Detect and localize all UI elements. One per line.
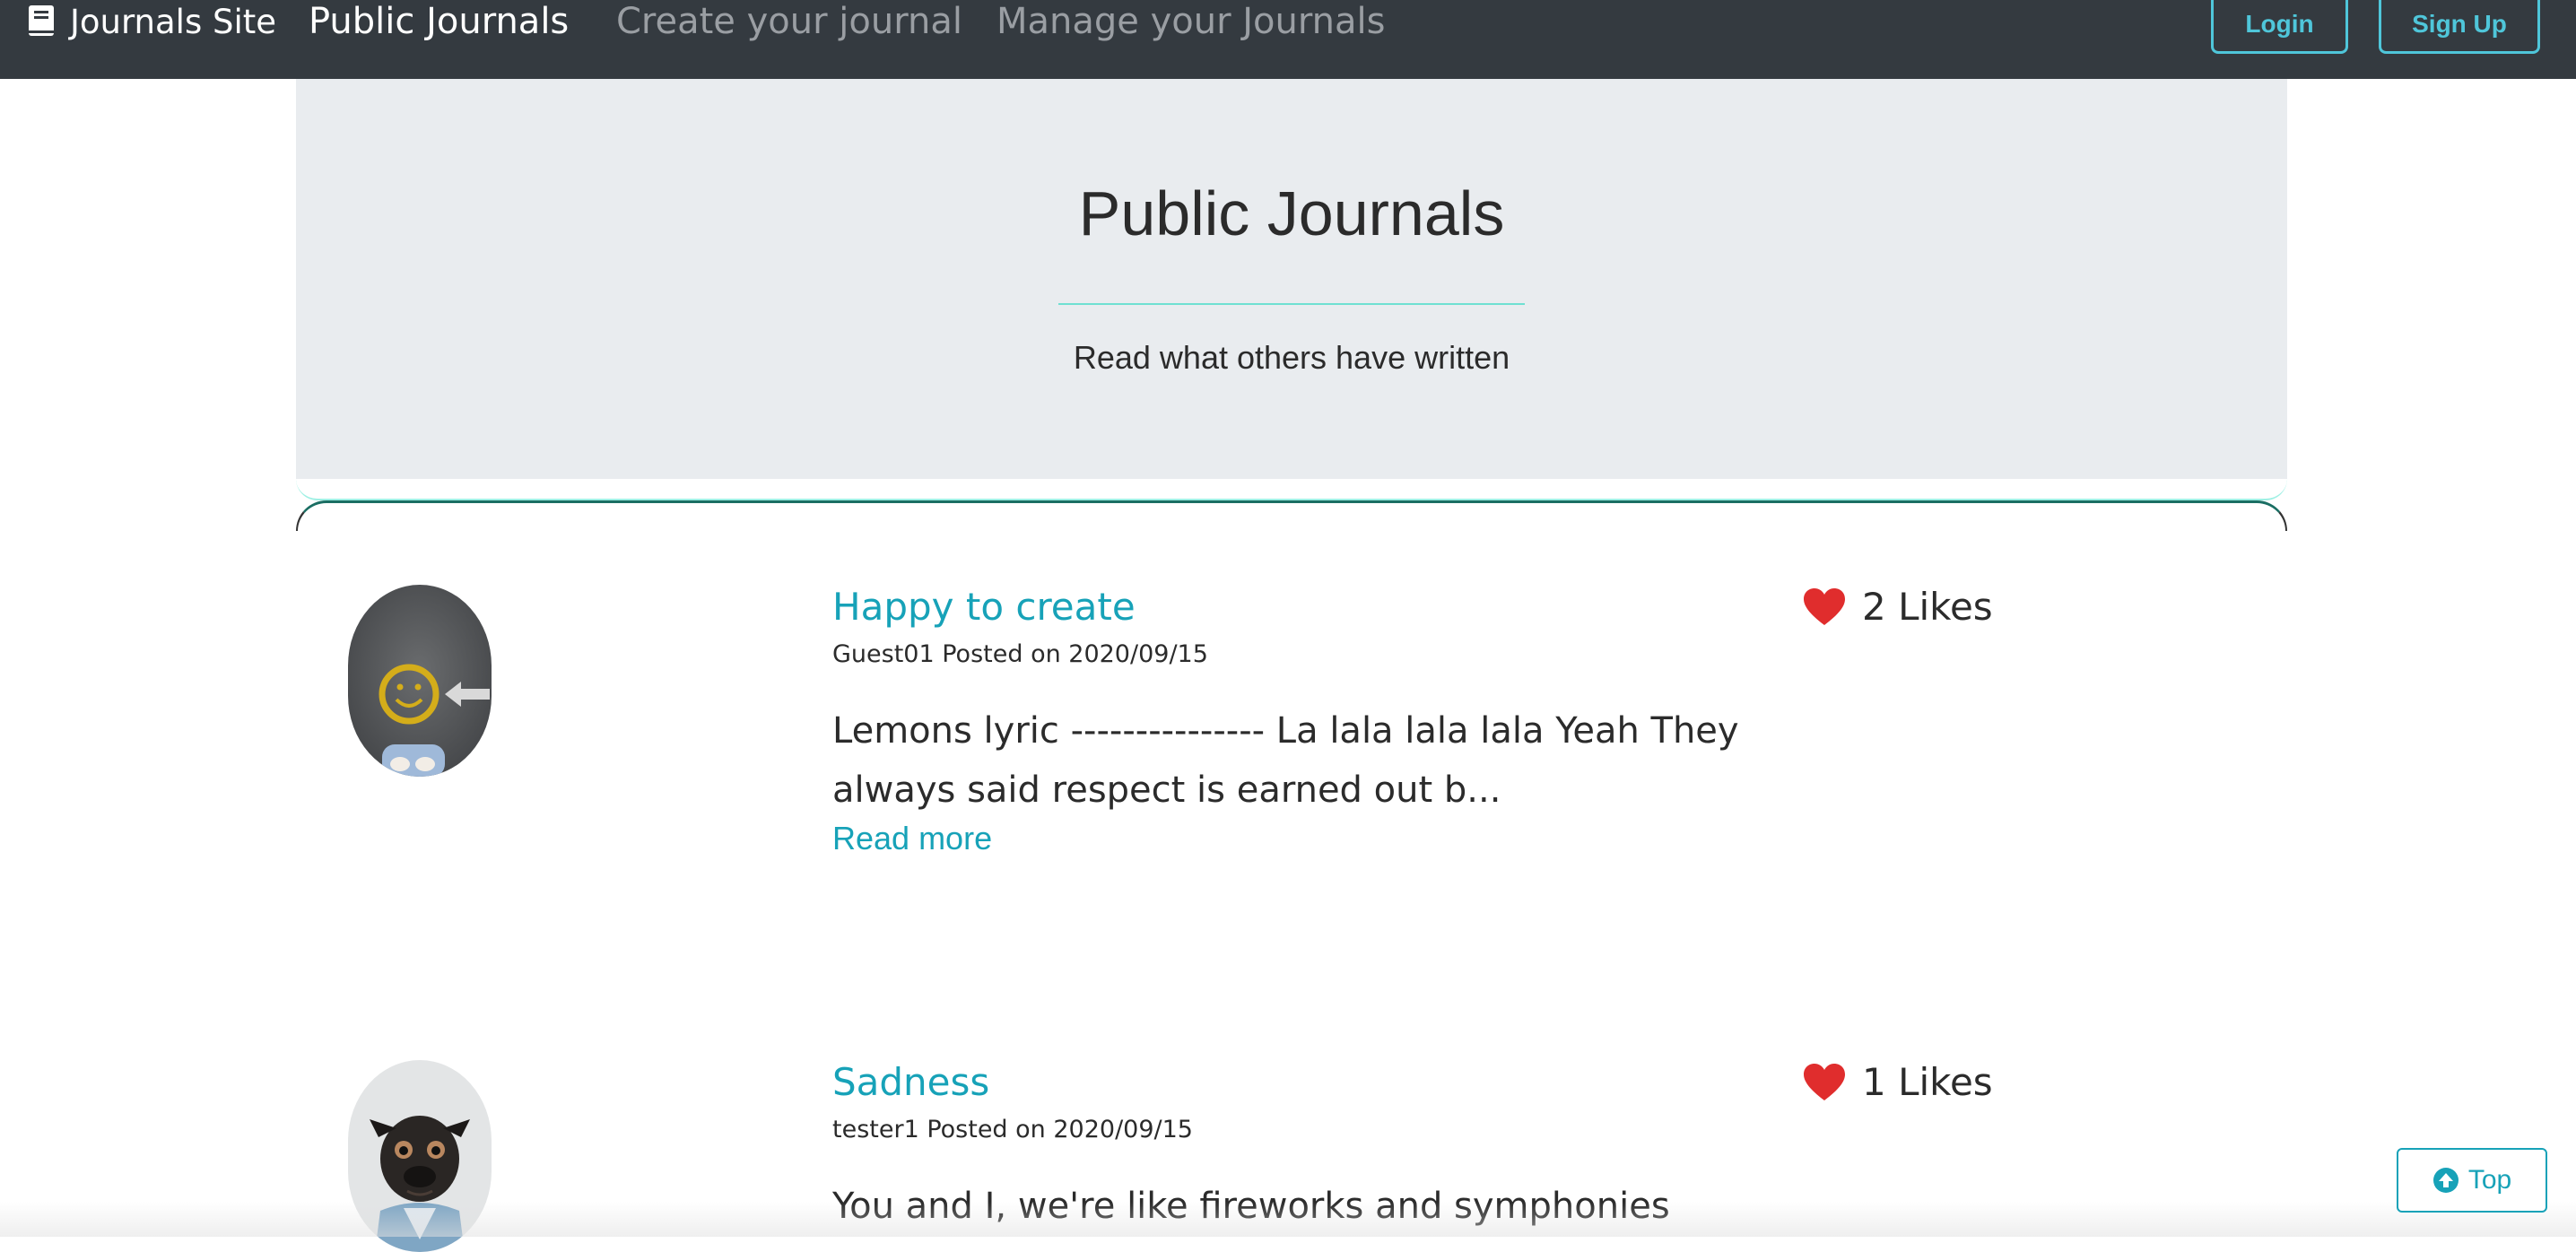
- page-subtitle: Read what others have written: [1073, 339, 1510, 376]
- nav-link-manage-journals[interactable]: Manage your Journals: [996, 0, 1385, 43]
- brand-label: Journals Site: [70, 2, 277, 41]
- pug-dog-image: [348, 1060, 492, 1252]
- likes-counter: 1 Likes: [1803, 1060, 1993, 1104]
- likes-count: 2 Likes: [1862, 585, 1993, 629]
- post-excerpt: You and I, we're like fireworks and symp…: [832, 1186, 1670, 1227]
- likes-count: 1 Likes: [1862, 1060, 1993, 1104]
- nav-link-create-journal[interactable]: Create your journal: [616, 0, 962, 43]
- section-divider: [296, 500, 2287, 531]
- brand-link[interactable]: Journals Site: [27, 0, 276, 43]
- heart-icon[interactable]: [1803, 1063, 1846, 1102]
- section-divider-glow: [296, 479, 2287, 500]
- post-meta: Guest01 Posted on 2020/09/15: [832, 640, 1208, 668]
- book-icon: [29, 5, 54, 36]
- signup-button[interactable]: Sign Up: [2379, 0, 2540, 54]
- smiley-face-avatar: [348, 585, 492, 777]
- post-title-link[interactable]: Happy to create: [832, 585, 1136, 629]
- navbar: Journals Site Public Journals Create you…: [0, 0, 2576, 79]
- post-excerpt: Lemons lyric --------------- La lala lal…: [832, 710, 1739, 811]
- post-meta: tester1 Posted on 2020/09/15: [832, 1116, 1193, 1143]
- smiley-face-image: [348, 585, 492, 777]
- hero-banner: Public Journals Read what others have wr…: [296, 79, 2287, 479]
- arrow-up-circle-icon: [2432, 1168, 2459, 1193]
- heart-icon[interactable]: [1803, 587, 1846, 627]
- journal-post: Sadness tester1 Posted on 2020/09/15 You…: [296, 1060, 2287, 1252]
- likes-counter: 2 Likes: [1803, 585, 1993, 629]
- scroll-top-button[interactable]: Top: [2397, 1148, 2547, 1213]
- login-button[interactable]: Login: [2211, 0, 2348, 54]
- post-title-link[interactable]: Sadness: [832, 1060, 989, 1104]
- pug-dog-avatar: [348, 1060, 492, 1252]
- page-title: Public Journals: [1078, 178, 1505, 248]
- hero-divider: [1058, 303, 1525, 305]
- nav-link-public-journals[interactable]: Public Journals: [309, 0, 569, 43]
- read-more-link[interactable]: Read more: [832, 820, 992, 857]
- scroll-top-label: Top: [2467, 1165, 2512, 1195]
- journal-post: Happy to create Guest01 Posted on 2020/0…: [296, 585, 2287, 872]
